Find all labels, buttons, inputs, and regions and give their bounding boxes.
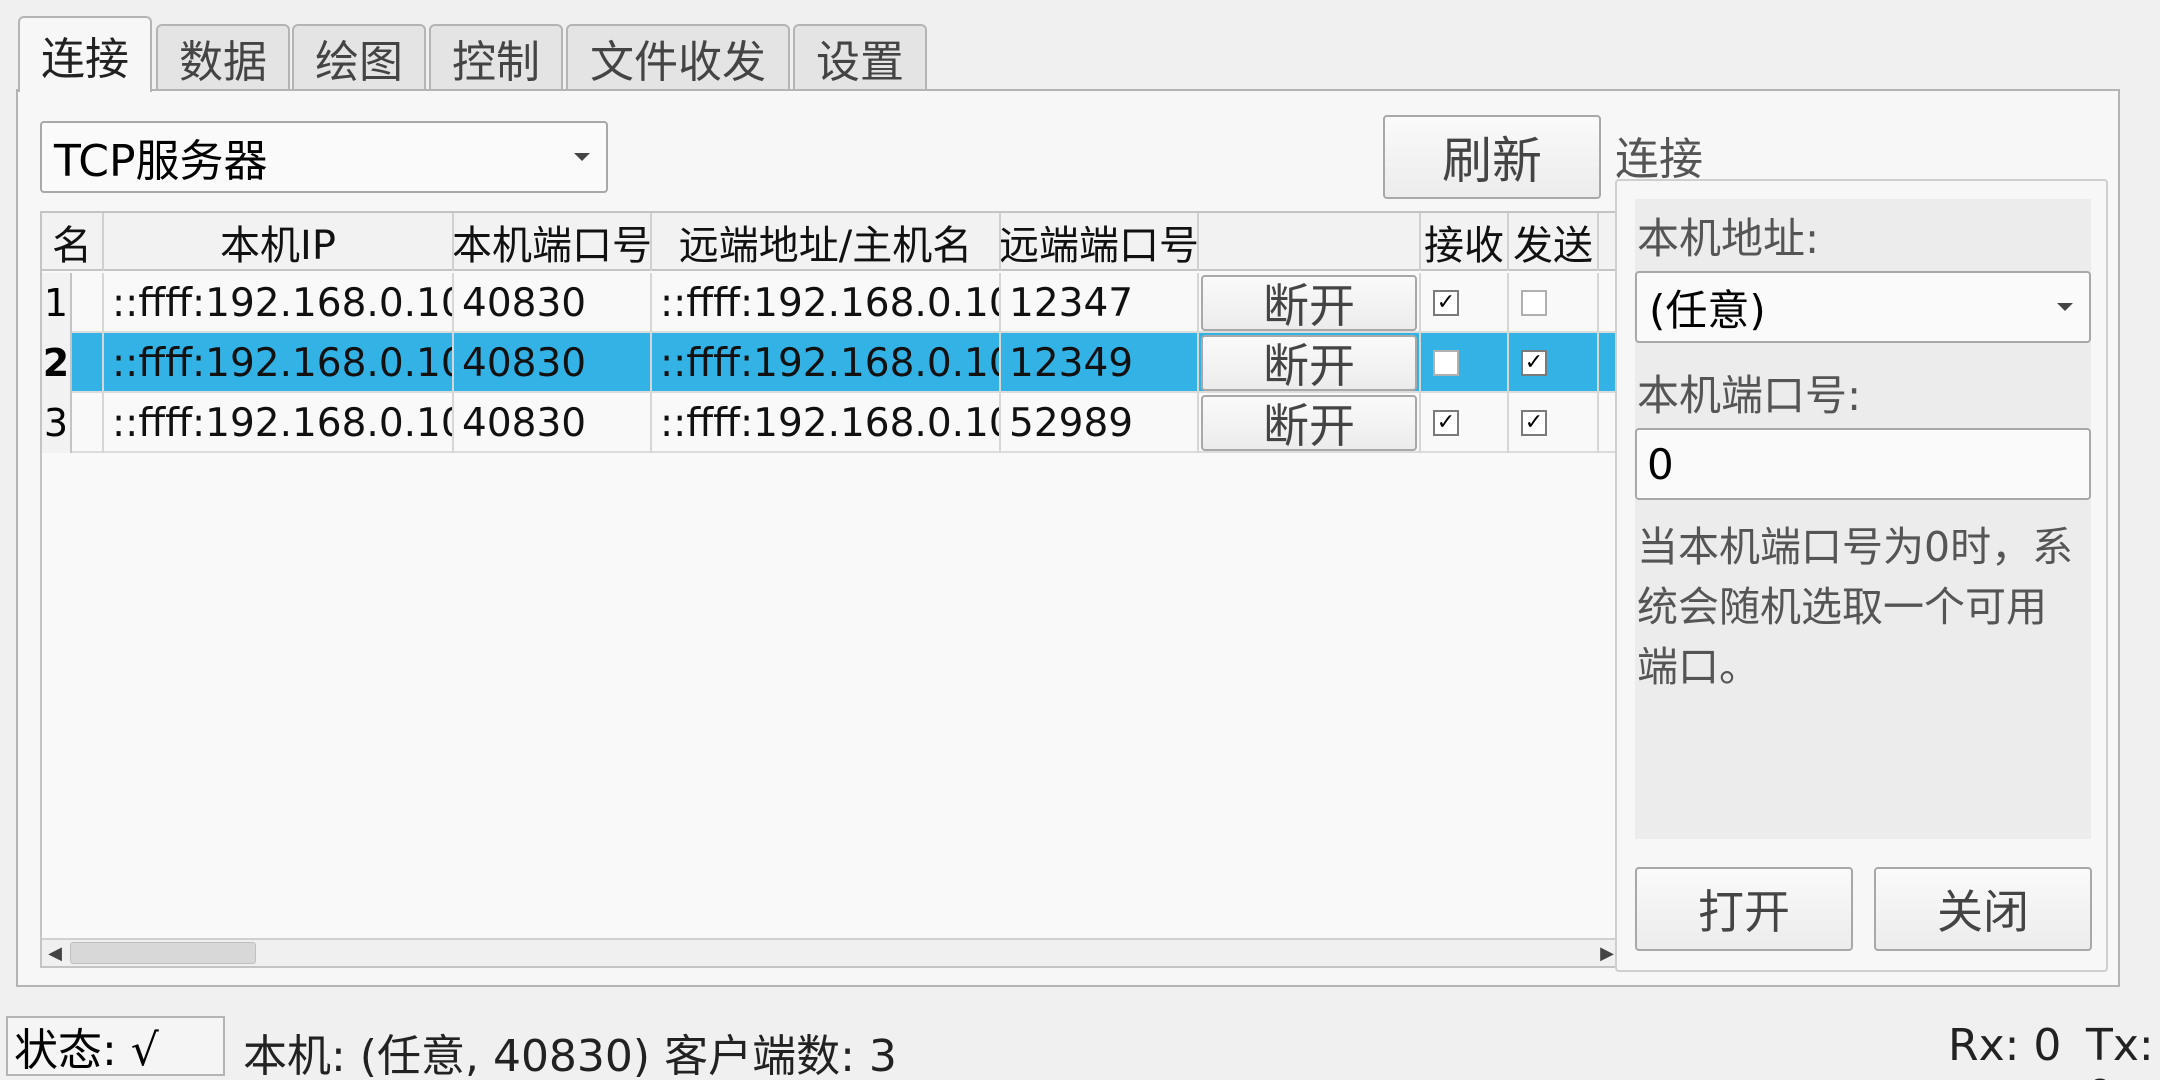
cell-name	[72, 333, 104, 393]
disconnect-button[interactable]: 断开	[1201, 275, 1417, 333]
tab-data[interactable]: 数据	[156, 24, 290, 90]
col-header-action	[1199, 213, 1421, 271]
status-info: 本机: (任意, 40830) 客户端数: 3	[243, 1031, 897, 1080]
note-line: 当本机端口号为0时，系	[1637, 523, 2074, 571]
disconnect-button[interactable]: 断开	[1201, 395, 1417, 453]
col-header-send: 发送	[1509, 213, 1599, 271]
cell-remote-port: 52989	[1001, 393, 1199, 453]
note-line: 统会随机选取一个可用	[1637, 583, 2047, 631]
row-number[interactable]: 1	[42, 273, 72, 333]
connection-panel: TCP服务器 刷新 名 本机IP 本机端口号 远端地址/主机名 远端端口号 接收…	[16, 89, 2120, 987]
tab-plot[interactable]: 绘图	[292, 24, 426, 90]
cell-send	[1509, 273, 1599, 333]
col-header-local-port: 本机端口号	[454, 213, 652, 271]
refresh-button[interactable]: 刷新	[1383, 115, 1601, 199]
mode-select-value: TCP服务器	[54, 136, 268, 187]
local-port-input[interactable]: 0	[1635, 428, 2091, 500]
rx-counter: Rx: 0	[1948, 1020, 2062, 1071]
col-header-local-ip: 本机IP	[104, 213, 454, 271]
cell-local-ip: ::ffff:192.168.0.109	[104, 273, 454, 333]
chevron-down-icon	[574, 153, 590, 161]
connect-group: 本机地址: (任意) 本机端口号: 0 当本机端口号为0时，系 统会随机选取一个…	[1615, 179, 2108, 972]
cell-remote-port: 12349	[1001, 333, 1199, 393]
table-row[interactable]: 3::ffff:192.168.0.109 40830::ffff:192.168…	[42, 393, 1620, 453]
cell-local-port: 40830	[454, 393, 652, 453]
cell-name	[72, 393, 104, 453]
close-button[interactable]: 关闭	[1874, 867, 2092, 951]
cell-receive: ✓	[1421, 273, 1509, 333]
send-checkbox[interactable]	[1521, 290, 1547, 316]
send-checkbox[interactable]: ✓	[1521, 350, 1547, 376]
row-number[interactable]: 2	[42, 333, 72, 393]
tab-settings[interactable]: 设置	[793, 24, 927, 90]
cell-name	[72, 273, 104, 333]
tab-file-transfer[interactable]: 文件收发	[566, 24, 790, 90]
connections-table: 名 本机IP 本机端口号 远端地址/主机名 远端端口号 接收 发送 1::fff…	[40, 211, 1622, 968]
mode-select[interactable]: TCP服务器	[40, 121, 608, 193]
cell-remote-port: 12347	[1001, 273, 1199, 333]
cell-remote-address: ::ffff:192.168.0.107	[652, 393, 1001, 453]
chevron-down-icon	[2057, 303, 2073, 311]
cell-local-ip: ::ffff:192.168.0.109	[104, 333, 454, 393]
tx-counter: Tx: 0	[2086, 1020, 2154, 1080]
scrollbar-thumb[interactable]	[70, 942, 256, 964]
cell-send: ✓	[1509, 393, 1599, 453]
col-header-remote-port: 远端端口号	[1001, 213, 1199, 271]
cell-action: 断开	[1199, 333, 1421, 393]
connect-settings-area: 本机地址: (任意) 本机端口号: 0 当本机端口号为0时，系 统会随机选取一个…	[1635, 199, 2091, 839]
horizontal-scrollbar[interactable]: ◀ ▶	[42, 938, 1620, 966]
cell-remote-address: ::ffff:192.168.0.100	[652, 273, 1001, 333]
cell-local-port: 40830	[454, 333, 652, 393]
row-number[interactable]: 3	[42, 393, 72, 453]
local-address-label: 本机地址:	[1637, 214, 1820, 263]
cell-send: ✓	[1509, 333, 1599, 393]
note-line: 端口。	[1637, 643, 1760, 691]
receive-checkbox[interactable]: ✓	[1433, 290, 1459, 316]
col-header-name: 名	[42, 213, 104, 271]
local-port-label: 本机端口号:	[1637, 371, 1862, 420]
col-header-receive: 接收	[1421, 213, 1509, 271]
local-address-select[interactable]: (任意)	[1635, 271, 2091, 343]
scroll-left-icon[interactable]: ◀	[42, 940, 68, 966]
receive-checkbox[interactable]	[1433, 350, 1459, 376]
disconnect-button[interactable]: 断开	[1201, 335, 1417, 393]
tab-connect[interactable]: 连接	[18, 16, 152, 92]
status-indicator: 状态: √	[6, 1016, 225, 1076]
local-address-value: (任意)	[1649, 285, 1766, 335]
cell-receive: ✓	[1421, 393, 1509, 453]
tab-control[interactable]: 控制	[429, 24, 563, 90]
open-button[interactable]: 打开	[1635, 867, 1853, 951]
send-checkbox[interactable]: ✓	[1521, 410, 1547, 436]
connect-group-title: 连接	[1615, 134, 1703, 185]
cell-receive	[1421, 333, 1509, 393]
local-port-value: 0	[1647, 439, 1674, 489]
local-port-note: 当本机端口号为0时，系 统会随机选取一个可用 端口。	[1637, 517, 2073, 697]
cell-action: 断开	[1199, 273, 1421, 333]
table-header: 名 本机IP 本机端口号 远端地址/主机名 远端端口号 接收 发送	[42, 213, 1620, 271]
col-header-remote-address: 远端地址/主机名	[652, 213, 1001, 271]
cell-local-ip: ::ffff:192.168.0.109	[104, 393, 454, 453]
cell-local-port: 40830	[454, 273, 652, 333]
table-row[interactable]: 2::ffff:192.168.0.109 40830::ffff:192.168…	[42, 333, 1620, 393]
cell-remote-address: ::ffff:192.168.0.100	[652, 333, 1001, 393]
table-row[interactable]: 1::ffff:192.168.0.109 40830::ffff:192.168…	[42, 273, 1620, 333]
cell-action: 断开	[1199, 393, 1421, 453]
receive-checkbox[interactable]: ✓	[1433, 410, 1459, 436]
